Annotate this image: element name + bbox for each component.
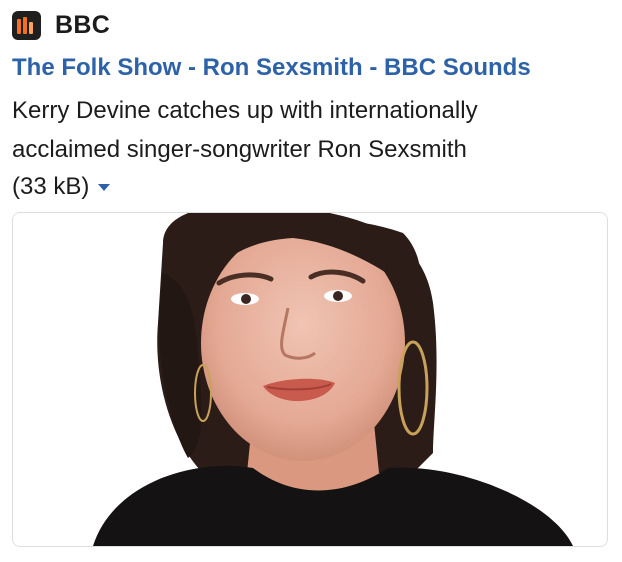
preview-image[interactable] [12,212,608,547]
attachment-size-row: (33 kB) [12,172,608,202]
attachment-size: (33 kB) [12,173,90,200]
portrait-photo [13,213,607,546]
caret-down-icon[interactable] [98,183,111,191]
link-unfurl: BBC The Folk Show - Ron Sexsmith - BBC S… [12,8,608,202]
unfurl-description: Kerry Devine catches up with internation… [12,97,478,163]
service-header: BBC [12,8,608,42]
service-name: BBC [55,10,111,39]
bbc-sounds-icon [12,10,41,40]
unfurl-title-link[interactable]: The Folk Show - Ron Sexsmith - BBC Sound… [12,53,608,83]
